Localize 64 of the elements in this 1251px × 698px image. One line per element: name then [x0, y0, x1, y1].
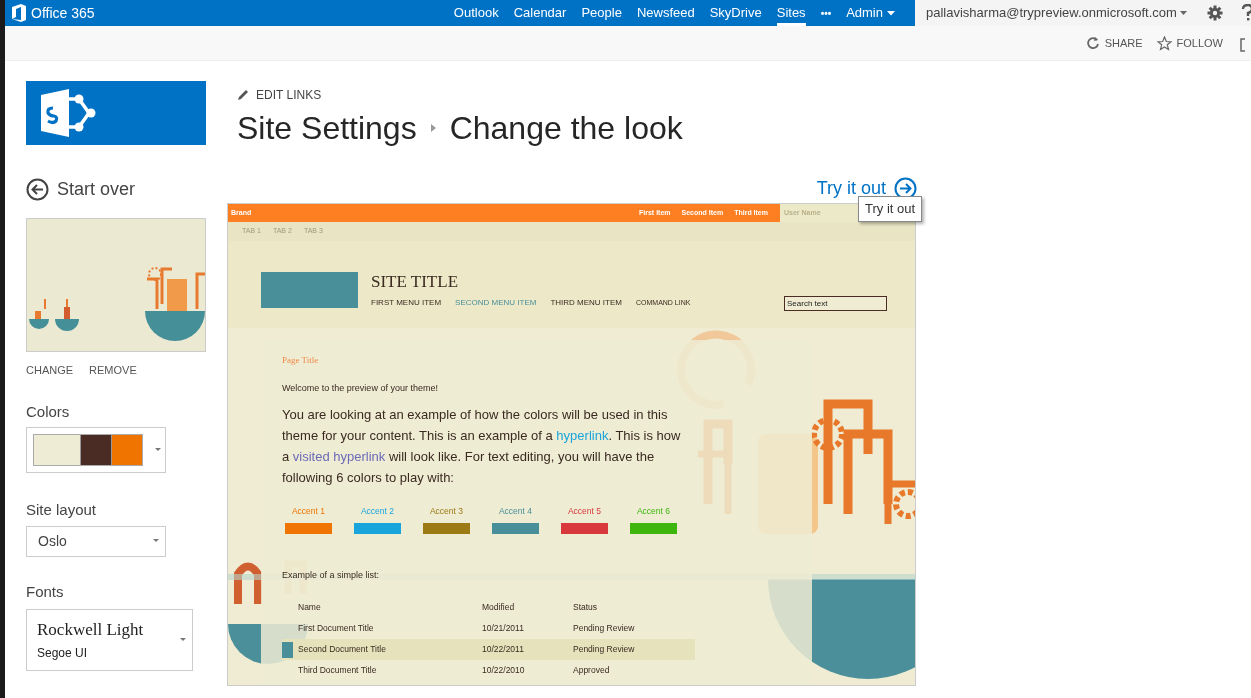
breadcrumb-arrow-icon [430, 124, 436, 132]
pencil-icon [237, 89, 249, 101]
accent-label: Accent 2 [360, 505, 395, 518]
visited-hyperlink: visited hyperlink [292, 449, 386, 464]
caret-icon [1179, 11, 1187, 15]
accent-label: Accent 5 [567, 505, 602, 518]
table-cell-text: Second Document Title [298, 643, 387, 657]
table-cell-text: 10/21/2011 [482, 622, 525, 636]
page-title: Change the look [449, 109, 683, 148]
breadcrumb-link[interactable]: Site Settings [237, 106, 417, 150]
table-cell-text: Pending Review [573, 643, 636, 657]
nav-link[interactable]: Newsfeed [636, 0, 695, 26]
column-header: Modified [482, 601, 516, 615]
table-cell-text: Approved [573, 664, 611, 678]
preview-page-title: Page Title [282, 354, 320, 367]
body-font-name: Segoe UI [37, 644, 89, 662]
more-menu[interactable]: ••• [820, 5, 832, 21]
table-cell-text: First Document Title [298, 622, 375, 636]
dropdown-caret-icon [153, 539, 159, 543]
site-layout-dropdown[interactable]: Oslo [26, 525, 166, 557]
preview-search-field[interactable]: Search text [784, 296, 887, 311]
row-selection-marker [282, 642, 293, 659]
accent-label: Accent 6 [636, 505, 671, 518]
column-header: Name [298, 601, 322, 615]
settings-icon[interactable] [1206, 5, 1223, 21]
edit-links-link[interactable]: EDIT LINKS [256, 86, 322, 104]
site-layout-label: Site layout [26, 500, 98, 520]
nav-link[interactable]: SkyDrive [709, 0, 762, 26]
nav-link[interactable]: Calendar [513, 0, 567, 26]
share-icon [1085, 36, 1100, 50]
theme-action-link[interactable]: REMOVE [89, 362, 137, 379]
preview-paragraph: You are looking at an example of how the colors will be used in this theme for your content. This is an example of a hyperlink. This is how a visited hyperlink will look like. For text editing, you will have the following 6 colors to play with: [282, 406, 682, 487]
preview-welcome-text: Welcome to the preview of your theme! [282, 381, 439, 395]
table-cell-text: Pending Review [573, 622, 636, 636]
tooltip: Try it out [858, 196, 923, 222]
star-icon [1156, 35, 1172, 51]
office-logo-icon [11, 4, 27, 22]
site-logo[interactable] [26, 81, 206, 145]
fonts-label: Fonts [26, 581, 65, 602]
action-button[interactable]: FOLLOW [1156, 34, 1223, 52]
column-header: Status [573, 601, 599, 615]
dropdown-caret-icon [180, 638, 186, 642]
table-cell-text: Third Document Title [298, 664, 378, 678]
start-over-link[interactable]: Start over [57, 176, 136, 203]
dropdown-caret-icon [155, 448, 161, 452]
nav-link[interactable]: Outlook [453, 0, 499, 26]
accent-label: Accent 3 [429, 505, 464, 518]
colors-label: Colors [26, 401, 71, 422]
preview-site-title: SITE TITLE [371, 272, 460, 292]
table-cell-text: 10/22/2010 [482, 664, 526, 678]
caret-icon [887, 10, 895, 16]
accent-label: Accent 4 [498, 505, 533, 518]
table-cell-text: 10/22/2011 [482, 643, 525, 657]
admin-menu[interactable]: Admin [846, 3, 895, 23]
nav-link[interactable]: People [581, 0, 622, 26]
fonts-dropdown[interactable]: Rockwell Light Segoe UI [26, 609, 193, 671]
preview-list-title: Example of a simple list: [282, 568, 381, 582]
action-button[interactable]: SHARE [1085, 34, 1143, 52]
brand-name[interactable]: Office 365 [31, 2, 95, 24]
accent-label: Accent 1 [291, 505, 326, 518]
color-palette-dropdown[interactable] [26, 427, 166, 473]
help-icon[interactable] [1241, 4, 1251, 22]
heading-font-name: Rockwell Light [37, 618, 144, 641]
theme-action-link[interactable]: CHANGE [26, 362, 74, 379]
